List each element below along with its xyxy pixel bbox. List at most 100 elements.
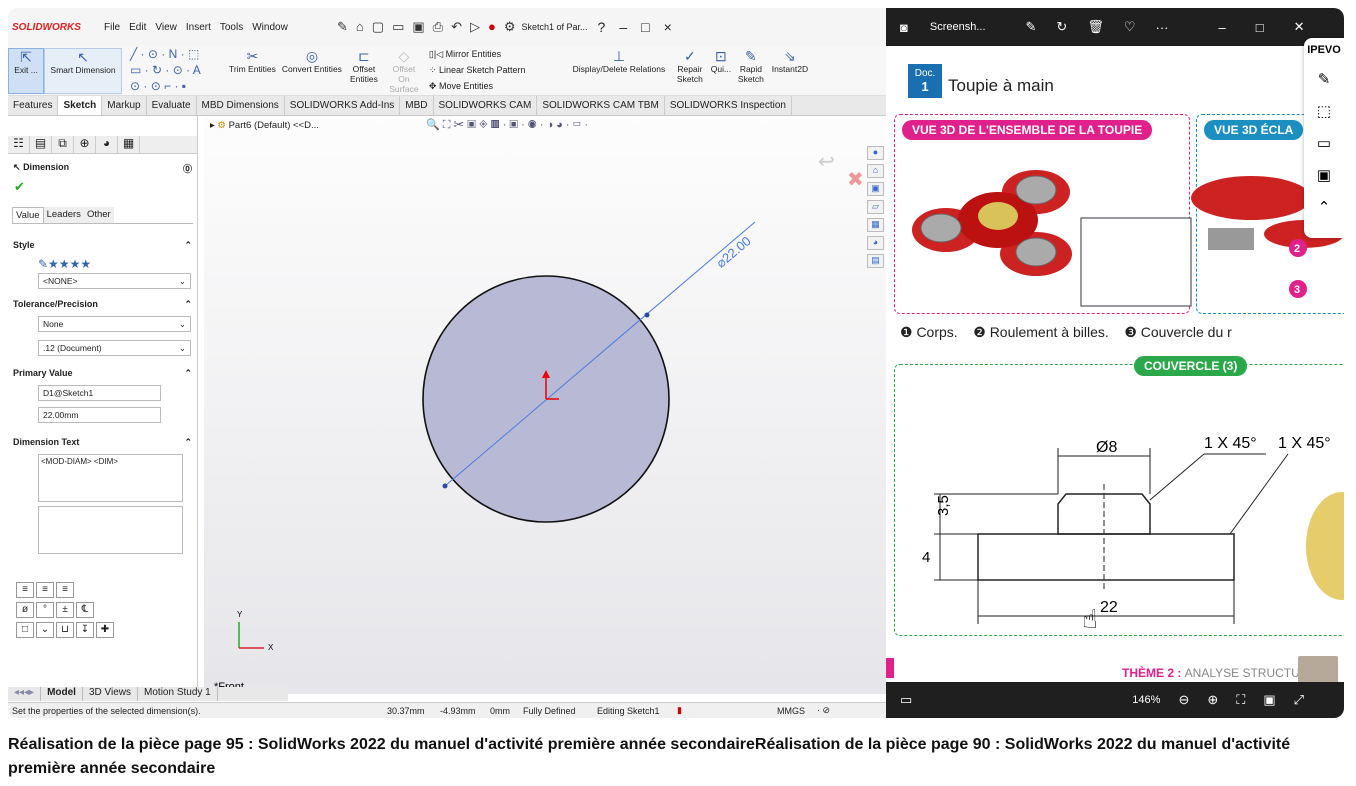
tab-other[interactable]: Other <box>83 207 114 223</box>
filmstrip-icon[interactable]: ▭ <box>900 692 912 708</box>
home-icon[interactable]: ⌂ <box>356 19 364 35</box>
precision-select[interactable]: .12 (Document) ⌄ <box>38 340 191 356</box>
more-icon[interactable]: ··· <box>1155 20 1168 35</box>
design-library-icon[interactable]: ▣ <box>867 182 884 196</box>
file-explorer-icon[interactable]: ▱ <box>867 200 884 214</box>
style-section[interactable]: Style ⌃ <box>8 236 197 255</box>
offset-surface-button[interactable]: ◇ Offset On Surface <box>383 48 425 94</box>
fit-to-window-icon[interactable]: ⛶ <box>1236 692 1245 708</box>
tab-mbd-dimensions[interactable]: MBD Dimensions <box>197 96 285 115</box>
tab-sketch[interactable]: Sketch <box>58 96 103 115</box>
actual-size-icon[interactable]: ▣ <box>1263 692 1275 708</box>
select-icon[interactable]: ▷ <box>470 19 480 35</box>
move-entities-button[interactable]: ✥ Move Entities <box>429 80 561 92</box>
menu-tools[interactable]: Tools <box>220 22 243 33</box>
tolerance-section[interactable]: Tolerance/Precision ⌃ <box>8 295 197 314</box>
counterbore-symbol-icon[interactable]: ⊔ <box>56 622 74 638</box>
tab-motion-study[interactable]: Motion Study 1 <box>138 687 218 701</box>
board-icon[interactable]: ▭ <box>1317 134 1331 152</box>
dimension-text-box[interactable]: <MOD-DIAM> <DIM> <box>38 454 183 502</box>
instant2d-button[interactable]: ⇘ Instant2D <box>767 48 813 74</box>
countersink-symbol-icon[interactable]: ⌄ <box>36 622 54 638</box>
style-icons[interactable]: ✎★★★★ <box>38 257 197 271</box>
menu-window[interactable]: Window <box>252 22 288 33</box>
delete-icon[interactable]: 🗑 <box>1087 19 1104 35</box>
menu-file[interactable]: File <box>104 22 120 33</box>
trim-entities-button[interactable]: ✂ Trim Entities <box>226 48 279 74</box>
edit-icon[interactable]: ✎ <box>1026 19 1037 35</box>
sketch-canvas[interactable]: ⌀22.00 Y X *Front ↩ ✖ <box>204 116 886 694</box>
view-palette-icon[interactable]: ▦ <box>867 218 884 232</box>
depth-symbol-icon[interactable]: ↧ <box>76 622 94 638</box>
undo-icon[interactable]: ↶ <box>451 19 462 35</box>
smart-dimension-button[interactable]: ↖ Smart Dimension <box>44 48 122 94</box>
pin-icon[interactable]: ✎ <box>337 19 348 35</box>
line-icon[interactable]: ╱ · ⊙ · Ν · ⬚ <box>130 48 222 60</box>
zoom-out-icon[interactable]: ⊖ <box>1178 692 1189 708</box>
confirmation-corner-icon[interactable]: ↩ <box>818 149 835 173</box>
linear-pattern-button[interactable]: ⁘ Linear Sketch Pattern <box>429 64 561 76</box>
tab-3d-views[interactable]: 3D Views <box>83 687 139 701</box>
cancel-corner-icon[interactable]: ✖ <box>847 167 864 191</box>
display-relations-button[interactable]: ⊥ Display/Delete Relations <box>565 48 673 74</box>
appearances-icon[interactable]: ◕ <box>867 236 884 250</box>
display-manager-icon[interactable]: ◕ <box>96 136 118 153</box>
square-symbol-icon[interactable]: □ <box>16 622 34 638</box>
dimension-value-field[interactable]: 22.00mm <box>38 407 161 423</box>
diameter-symbol-icon[interactable]: ø <box>16 602 34 618</box>
custom-properties-icon[interactable]: ▤ <box>867 254 884 268</box>
align-right-icon[interactable]: ≡ <box>56 582 74 598</box>
new-file-icon[interactable]: ▢ <box>372 19 384 35</box>
ok-check-icon[interactable]: ✔ <box>8 179 197 195</box>
pen-icon[interactable]: ✎ <box>1318 70 1331 88</box>
tab-markup[interactable]: Markup <box>102 96 147 115</box>
dimension-text-section[interactable]: Dimension Text ⌃ <box>8 433 197 452</box>
open-icon[interactable]: ▭ <box>392 19 404 35</box>
tab-features[interactable]: Features <box>8 96 59 115</box>
menu-view[interactable]: View <box>155 22 177 33</box>
tab-value[interactable]: Value <box>12 207 44 223</box>
nav-arrows-icon[interactable]: ◂◂◂▸ <box>8 687 42 701</box>
save-icon[interactable]: ▣ <box>412 19 424 35</box>
rapid-sketch-button[interactable]: ✎ Rapid Sketch <box>735 48 767 84</box>
status-units[interactable]: MMGS <box>777 706 817 716</box>
resources-icon[interactable]: ● <box>867 146 884 160</box>
dimension-text-box-below[interactable] <box>38 506 183 554</box>
align-left-icon[interactable]: ≡ <box>16 582 34 598</box>
zoom-in-icon[interactable]: ⊕ <box>1207 692 1218 708</box>
quick-snaps-button[interactable]: ⊡ Qui... <box>707 48 735 74</box>
dimxpert-icon[interactable]: ⊕ <box>74 136 96 153</box>
mirror-entities-button[interactable]: ▯|◁ Mirror Entities <box>429 48 561 60</box>
exit-sketch-button[interactable]: ⇱ Exit ... <box>8 48 44 94</box>
tab-mbd[interactable]: MBD <box>400 96 434 115</box>
favorite-icon[interactable]: ♡ <box>1124 19 1136 35</box>
tolerance-select[interactable]: None ⌄ <box>38 316 191 332</box>
tab-leaders[interactable]: Leaders <box>43 207 84 223</box>
capture-icon[interactable]: ⬚ <box>1317 102 1331 120</box>
slot-icon[interactable]: ⊙ · ⊙ ⌐ · ▪ <box>130 80 222 92</box>
plus-minus-symbol-icon[interactable]: ± <box>56 602 74 618</box>
config-manager-icon[interactable]: ⧉ <box>52 136 74 153</box>
dimension-name-field[interactable]: D1@Sketch1 <box>38 385 161 401</box>
collapse-icon[interactable]: ⌃ <box>1318 198 1331 216</box>
minimize-icon[interactable]: – <box>619 19 627 35</box>
minimize-icon[interactable]: – <box>1218 20 1225 35</box>
tab-cam[interactable]: SOLIDWORKS CAM <box>434 96 538 115</box>
fullscreen-icon[interactable]: ⤢ <box>1294 692 1304 708</box>
cam-icon[interactable]: ▦ <box>118 136 140 153</box>
status-options-icon[interactable]: · ⊘ <box>817 705 830 716</box>
tab-evaluate[interactable]: Evaluate <box>147 96 197 115</box>
centerline-symbol-icon[interactable]: ℄ <box>76 602 94 618</box>
close-icon[interactable]: ✕ <box>1294 19 1305 35</box>
menu-edit[interactable]: Edit <box>129 22 146 33</box>
maximize-icon[interactable]: □ <box>641 19 649 35</box>
pm-help-icon[interactable]: ⓪ <box>183 162 192 175</box>
property-manager-icon[interactable]: ▤ <box>30 136 52 153</box>
help-icon[interactable]: ? <box>598 19 606 35</box>
tab-model[interactable]: Model <box>41 687 83 701</box>
options-icon[interactable]: ⚙ <box>504 19 516 35</box>
align-center-icon[interactable]: ≡ <box>36 582 54 598</box>
graphics-area[interactable]: ▸ ⚙ Part6 (Default) <<D... 🔍 ⛶ ✂ ▣ ◈ ▦ ·… <box>204 116 886 694</box>
circle-point[interactable] <box>644 312 650 318</box>
menu-insert[interactable]: Insert <box>186 22 211 33</box>
